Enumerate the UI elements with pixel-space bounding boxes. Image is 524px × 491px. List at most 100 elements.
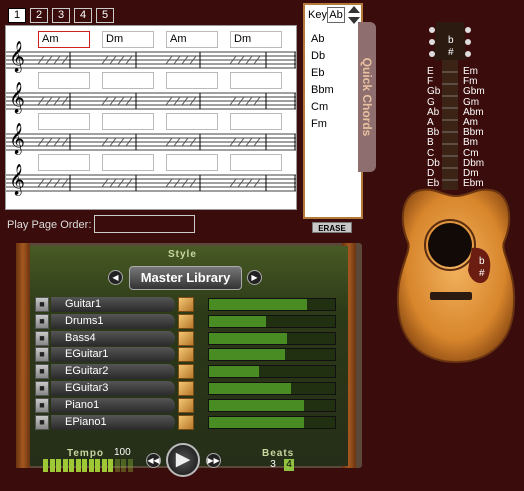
track-name[interactable]: Drums1 (51, 313, 175, 329)
track-level-meter[interactable] (208, 398, 336, 412)
track-name[interactable]: EGuitar2 (51, 364, 175, 380)
guitar-chord-item[interactable]: Ebm (463, 179, 485, 189)
speaker-icon[interactable]: ■ (35, 347, 49, 363)
track-level-meter[interactable] (208, 382, 336, 395)
speaker-icon[interactable]: ■ (35, 381, 49, 396)
track-level-meter[interactable] (208, 365, 336, 379)
staff-row: 𝄞 (6, 113, 296, 155)
track-level-meter[interactable] (208, 314, 336, 328)
speaker-icon[interactable]: ■ (35, 313, 49, 329)
chord-input[interactable]: Dm (230, 31, 282, 48)
quick-chords-tab[interactable]: Quick Chords (358, 22, 376, 172)
chord-input[interactable] (102, 154, 154, 171)
play-page-order-input[interactable] (94, 215, 195, 233)
quick-chord-item[interactable]: Fm (311, 118, 334, 135)
chord-input[interactable] (166, 72, 218, 89)
page-tab-4[interactable]: 4 (74, 8, 92, 23)
chord-input[interactable] (166, 154, 218, 171)
track-level-meter[interactable] (208, 298, 336, 311)
quick-chord-list: Ab Db Eb Bbm Cm Fm (311, 33, 334, 135)
key-panel: Key Ab Ab Db Eb Bbm Cm Fm (303, 3, 363, 219)
staff-lines (6, 92, 296, 110)
edit-track-icon[interactable] (178, 297, 194, 312)
track-name[interactable]: Piano1 (51, 397, 175, 413)
beats-option-4[interactable]: 4 (284, 459, 294, 471)
speaker-icon[interactable]: ■ (35, 397, 49, 413)
erase-button[interactable]: ERASE (312, 222, 352, 233)
speaker-icon[interactable]: ■ (35, 364, 49, 380)
track-name[interactable]: EGuitar1 (51, 347, 175, 363)
beats-option-3[interactable]: 3 (268, 459, 278, 471)
track-row: ■ Guitar1 (35, 297, 338, 312)
library-prev-icon[interactable]: ◀ (108, 270, 123, 285)
page-tab-1[interactable]: 1 (8, 8, 26, 23)
chord-input[interactable] (166, 113, 218, 130)
quick-chord-item[interactable]: Db (311, 50, 334, 67)
page-tab-3[interactable]: 3 (52, 8, 70, 23)
chord-input[interactable]: Dm (102, 31, 154, 48)
track-level-fill (209, 366, 259, 378)
staff-lines (6, 174, 296, 192)
forward-icon[interactable]: ▶▶ (206, 453, 221, 468)
chord-input[interactable] (230, 72, 282, 89)
track-level-meter[interactable] (208, 348, 336, 362)
wood-trim-left (16, 243, 30, 468)
track-row: ■ EGuitar3 (35, 381, 338, 396)
track-name[interactable]: EPiano1 (51, 414, 175, 430)
play-button[interactable]: ▶ (166, 443, 200, 477)
staff-sheet: 𝄞 Am Dm Am Dm 𝄞 𝄞 𝄞 (5, 25, 297, 210)
track-level-meter[interactable] (208, 331, 336, 345)
tempo-segment (114, 459, 120, 472)
speaker-icon[interactable]: ■ (35, 414, 49, 430)
chord-input[interactable] (102, 72, 154, 89)
tempo-segment (88, 459, 94, 472)
tempo-label: Tempo (67, 448, 105, 459)
page-tab-2[interactable]: 2 (30, 8, 48, 23)
library-name[interactable]: Master Library (129, 266, 242, 290)
track-name[interactable]: EGuitar3 (51, 381, 175, 396)
key-label: Key (308, 9, 327, 21)
chord-input[interactable] (230, 154, 282, 171)
headstock-flat[interactable]: b (448, 35, 454, 46)
speaker-icon[interactable]: ■ (35, 297, 49, 312)
chord-input[interactable] (38, 154, 90, 171)
chord-input[interactable] (38, 72, 90, 89)
tempo-segment (62, 459, 68, 472)
guitar-chord-item[interactable]: Eb (427, 179, 440, 189)
track-name[interactable]: Guitar1 (51, 297, 175, 312)
quick-chord-item[interactable]: Eb (311, 67, 334, 84)
track-level-meter[interactable] (208, 415, 336, 429)
edit-track-icon[interactable] (178, 313, 194, 329)
page-tab-5[interactable]: 5 (96, 8, 114, 23)
edit-track-icon[interactable] (178, 381, 194, 396)
speaker-icon[interactable]: ■ (35, 330, 49, 346)
chord-input[interactable] (230, 113, 282, 130)
edit-track-icon[interactable] (178, 414, 194, 430)
key-header: Key Ab (305, 5, 361, 25)
tempo-segment (121, 459, 126, 472)
tempo-slider[interactable] (43, 459, 133, 472)
tempo-segment (49, 459, 55, 472)
quick-chord-item[interactable]: Ab (311, 33, 334, 50)
edit-track-icon[interactable] (178, 364, 194, 380)
edit-track-icon[interactable] (178, 347, 194, 363)
headstock-sharp[interactable]: # (448, 47, 454, 58)
track-name[interactable]: Bass4 (51, 330, 175, 346)
staff-row: 𝄞 (6, 72, 296, 114)
chord-input[interactable] (38, 113, 90, 130)
rewind-icon[interactable]: ◀◀ (146, 453, 161, 468)
library-next-icon[interactable]: ▶ (247, 270, 262, 285)
track-row: ■ Piano1 (35, 397, 338, 413)
body-sharp[interactable]: # (479, 268, 485, 279)
body-flat[interactable]: b (479, 256, 485, 267)
key-select[interactable]: Ab (327, 7, 345, 23)
edit-track-icon[interactable] (178, 330, 194, 346)
edit-track-icon[interactable] (178, 397, 194, 413)
chord-input[interactable] (102, 113, 154, 130)
quick-chord-item[interactable]: Bbm (311, 84, 334, 101)
chord-input[interactable]: Am (166, 31, 218, 48)
tempo-segment (56, 459, 61, 472)
quick-chord-item[interactable]: Cm (311, 101, 334, 118)
chord-input[interactable]: Am (38, 31, 90, 48)
tempo-segment (69, 459, 74, 472)
